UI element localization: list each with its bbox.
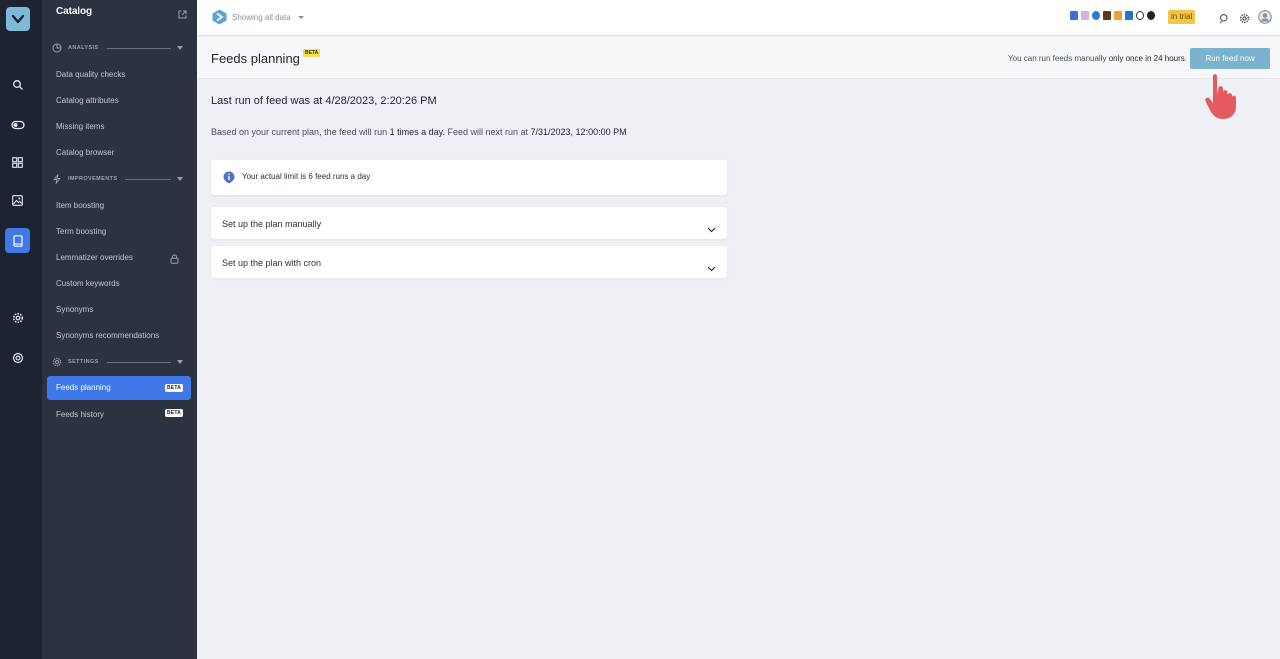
image-icon[interactable]: [5, 188, 30, 213]
sidebar-item-feeds-history[interactable]: Feeds history: [56, 410, 104, 419]
sidebar-item-custom-keywords[interactable]: Custom keywords: [56, 279, 120, 288]
lock-icon: [170, 251, 179, 269]
search-icon[interactable]: [5, 72, 30, 97]
plan-summary: Based on your current plan, the feed wil…: [211, 127, 627, 137]
limit-info-text: Your actual limit is 6 feed runs a day: [242, 172, 371, 181]
extension-icon[interactable]: [1081, 11, 1089, 20]
chevron-down-icon[interactable]: [707, 220, 716, 238]
last-run-heading: Last run of feed was at 4/28/2023, 2:20:…: [211, 95, 437, 107]
manual-run-note: You can run feeds manually only once in …: [1008, 54, 1187, 63]
sidebar-item-item-boosting[interactable]: Item boosting: [56, 201, 104, 210]
accordion-label: Set up the plan with cron: [222, 258, 322, 268]
lightning-icon: [53, 174, 61, 184]
info-card: Your actual limit is 6 feed runs a day: [211, 160, 727, 195]
sidebar-item-label: Feeds planning: [56, 383, 111, 392]
brand-arrow-icon: [212, 9, 227, 30]
browser-extension-icons: [1070, 11, 1155, 20]
divider: [106, 47, 171, 49]
sidebar-item-lemmatizer-overrides[interactable]: Lemmatizer overrides: [56, 253, 133, 262]
sidebar-item-missing-items[interactable]: Missing items: [56, 122, 104, 131]
section-label: SETTINGS: [68, 359, 99, 365]
extension-icon[interactable]: [1103, 11, 1111, 20]
caret-down-icon: [177, 177, 183, 181]
sidebar-item-catalog-browser[interactable]: Catalog browser: [56, 148, 114, 157]
user-avatar-icon[interactable]: [1258, 10, 1272, 29]
catalog-book-icon[interactable]: [5, 228, 30, 253]
info-icon: [223, 171, 235, 189]
note-text: You can run feeds manually: [1008, 54, 1109, 63]
plan-next-run: 7/31/2023, 12:00:00 PM: [530, 127, 627, 137]
beta-badge: BETA: [165, 409, 184, 417]
sidebar-item-synonyms[interactable]: Synonyms: [56, 305, 93, 314]
plan-text: . Feed will next run at: [442, 127, 531, 137]
search-icon[interactable]: [1219, 11, 1230, 29]
help-lifebuoy-icon[interactable]: [5, 345, 30, 370]
dashboard-icon[interactable]: [5, 150, 30, 175]
extension-icon[interactable]: [1092, 11, 1100, 20]
clock-chart-icon: [52, 43, 62, 53]
caret-down-icon: [177, 46, 183, 50]
extension-icon[interactable]: [1136, 11, 1144, 20]
app-logo-icon[interactable]: [6, 7, 30, 31]
section-settings[interactable]: SETTINGS: [52, 356, 183, 368]
divider: [125, 178, 171, 180]
caret-down-icon[interactable]: [298, 16, 304, 19]
section-analysis[interactable]: ANALYSIS: [52, 42, 183, 54]
gear-icon: [52, 357, 62, 367]
sidebar-item-catalog-attributes[interactable]: Catalog attributes: [56, 96, 119, 105]
page-title: Feeds planning: [211, 51, 300, 66]
divider: [106, 361, 171, 363]
sidebar-item-term-boosting[interactable]: Term boosting: [56, 227, 106, 236]
extension-icon[interactable]: [1125, 11, 1133, 20]
catalog-sidebar: Catalog ANALYSIS Data quality checks Cat…: [42, 0, 197, 659]
section-improvements[interactable]: IMPROVEMENTS: [52, 173, 183, 185]
extension-icon[interactable]: [1070, 11, 1078, 20]
accordion-plan-cron[interactable]: Set up the plan with cron: [211, 246, 727, 278]
note-emphasis: only once in 24 hours: [1108, 54, 1185, 63]
accordion-plan-manually[interactable]: Set up the plan manually: [211, 207, 727, 239]
caret-down-icon: [177, 360, 183, 364]
accordion-label: Set up the plan manually: [222, 219, 322, 229]
pointing-hand-icon: [1203, 70, 1255, 127]
note-text: .: [1184, 54, 1187, 63]
sidebar-title: Catalog: [56, 6, 92, 17]
beta-badge: BETA: [165, 384, 184, 392]
beta-badge: BETA: [303, 49, 321, 57]
section-label: ANALYSIS: [68, 45, 99, 51]
plan-text: Based on your current plan, the feed wil…: [211, 127, 390, 137]
plan-frequency: 1 times a day: [389, 127, 443, 137]
sidebar-item-data-quality-checks[interactable]: Data quality checks: [56, 70, 125, 79]
run-feed-now-button[interactable]: Run feed now: [1190, 48, 1270, 69]
icon-rail: [0, 0, 42, 659]
data-filter-select[interactable]: Showing all data: [232, 13, 291, 22]
chevron-down-icon[interactable]: [707, 259, 716, 277]
top-bar: Showing all data in trial: [197, 0, 1280, 36]
external-link-icon[interactable]: [178, 6, 187, 24]
section-label: IMPROVEMENTS: [68, 176, 118, 182]
toggle-icon[interactable]: [5, 112, 30, 137]
settings-gear-icon[interactable]: [5, 305, 30, 330]
sidebar-item-synonyms-recommendations[interactable]: Synonyms recommendations: [56, 331, 159, 340]
sidebar-item-feeds-planning[interactable]: Feeds planning BETA: [47, 376, 191, 400]
extension-icon[interactable]: [1147, 11, 1155, 20]
page-header: Feeds planning BETA You can run feeds ma…: [197, 37, 1280, 79]
settings-gear-icon[interactable]: [1239, 11, 1250, 29]
trial-badge[interactable]: in trial: [1168, 10, 1196, 24]
extension-icon[interactable]: [1114, 11, 1122, 20]
